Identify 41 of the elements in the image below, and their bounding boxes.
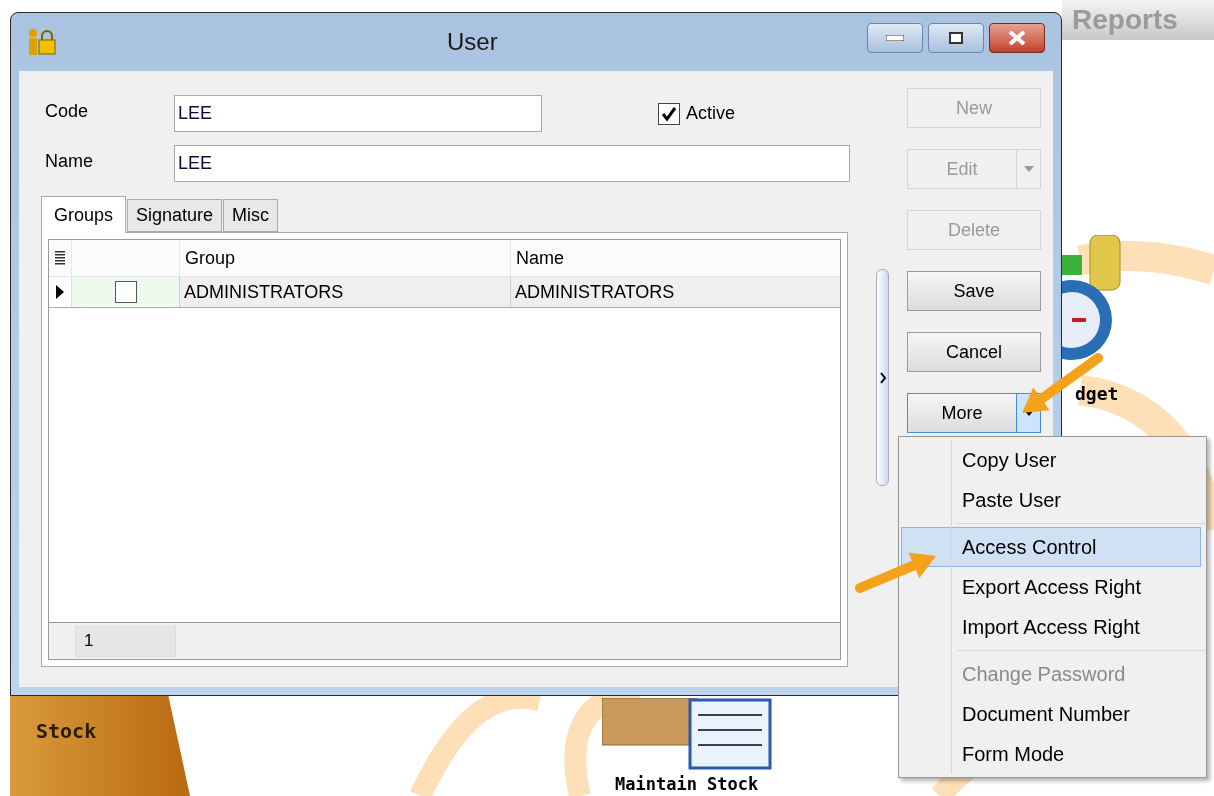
row-count: 1 [75,625,176,657]
table-cell: ADMINISTRATORS [179,277,510,307]
menu-item[interactable]: Form Mode [901,734,1201,774]
close-icon [1008,31,1026,45]
minimize-button[interactable] [867,23,923,53]
reports-header: Reports [1062,0,1214,40]
column-chooser-icon[interactable] [55,250,65,266]
window-title: User [447,27,498,57]
menu-item[interactable]: Paste User [901,480,1201,520]
chevron-right-icon [879,371,886,384]
budget-label: dget [1075,382,1119,406]
column-header[interactable]: Name [510,240,840,276]
tab[interactable]: Groups [41,196,127,233]
name-input[interactable]: LEE [174,145,850,182]
menu-item[interactable]: Access Control [901,527,1201,567]
menu-item[interactable]: Copy User [901,440,1201,480]
maximize-icon [949,32,963,44]
action-button[interactable]: Cancel [907,332,1041,372]
action-button[interactable]: More [907,393,1017,433]
pointer-arrow-icon [855,552,936,593]
close-button[interactable] [989,23,1045,53]
menu-item[interactable]: Document Number [901,694,1201,734]
user-lock-icon [27,28,57,56]
field-label: Name [45,150,94,173]
caret-icon [1023,166,1034,172]
menu-item[interactable]: Export Access Right [901,567,1201,607]
stock-tab[interactable]: Stock [10,696,190,796]
action-button[interactable]: Save [907,271,1041,311]
row-checkbox[interactable] [114,281,137,303]
tab[interactable]: Misc [223,199,279,232]
check-icon [661,105,677,122]
minimize-icon [886,35,904,41]
tab[interactable]: Signature [127,199,223,232]
field-label: Code [45,100,90,123]
maximize-button[interactable] [928,23,984,53]
active-checkbox[interactable]: Active [658,100,736,127]
maintain-stock-label: Maintain Stock [615,776,759,793]
menu-item[interactable]: Import Access Right [901,607,1201,647]
code-input[interactable]: LEE [174,95,542,132]
table-cell: ADMINISTRATORS [510,277,840,307]
column-header[interactable]: Group [179,240,510,276]
